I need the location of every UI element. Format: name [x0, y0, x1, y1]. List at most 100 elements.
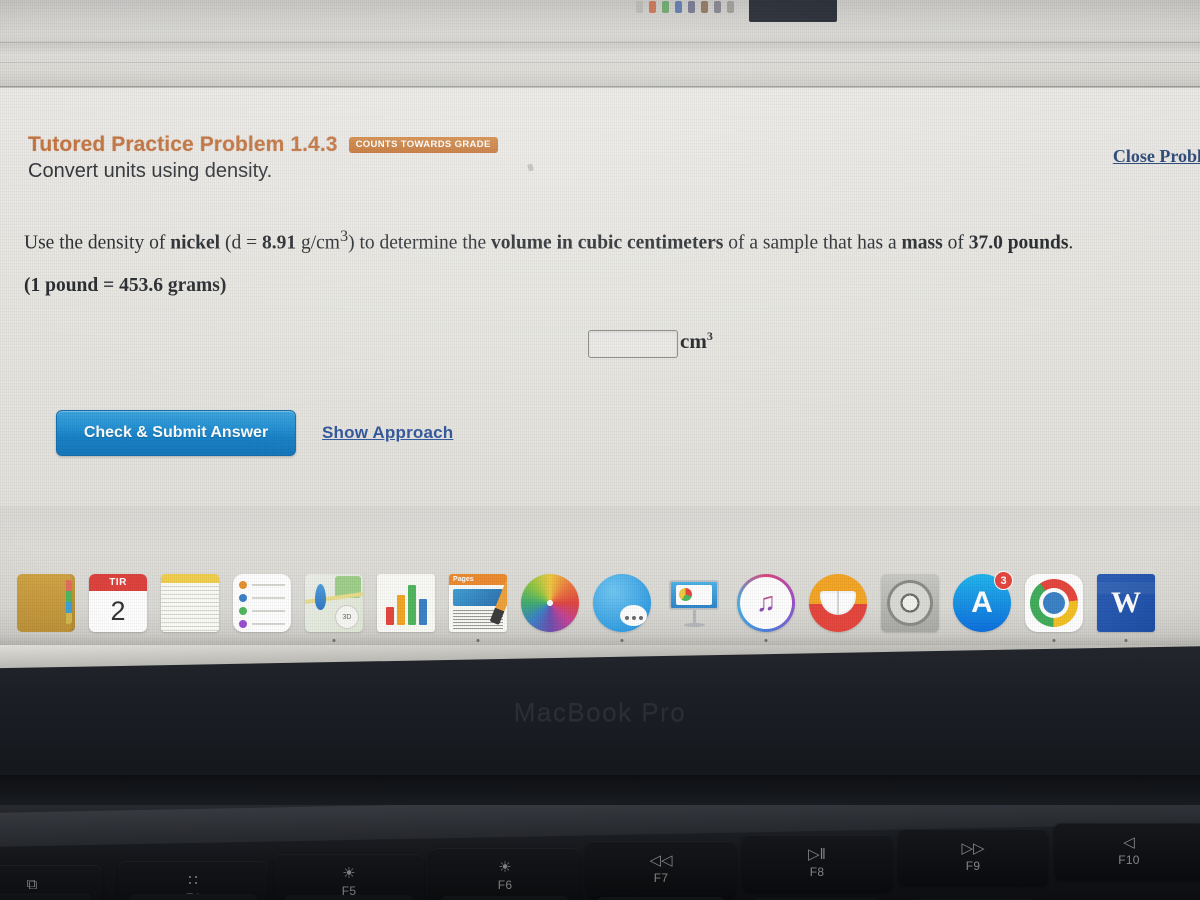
browser-toolbar-icons[interactable]: [636, 1, 734, 13]
dock-item-notes[interactable]: [154, 560, 226, 632]
key-mute[interactable]: ◁ F10: [1054, 823, 1200, 879]
dock-item-numbers[interactable]: [370, 560, 442, 632]
browser-tab-active[interactable]: [749, 0, 837, 22]
dock-running-indicator: [620, 639, 624, 642]
dock-item-app-store[interactable]: A3: [946, 560, 1018, 632]
dock-item-contacts[interactable]: [10, 560, 82, 632]
check-and-submit-answer-button[interactable]: Check & Submit Answer: [56, 410, 296, 456]
key-fast-forward[interactable]: ▷▷ F9: [898, 829, 1048, 885]
notes-icon[interactable]: [161, 574, 219, 632]
dock-running-indicator: [764, 639, 768, 642]
dock-item-calendar[interactable]: TIR 2: [82, 560, 154, 632]
key-label: F7: [653, 871, 669, 885]
laptop-bezel: MacBook Pro: [0, 645, 1200, 805]
icon-6-icon[interactable]: [701, 1, 708, 13]
calendar-day: 2: [110, 596, 126, 626]
keyboard-brightness-down-icon: ☀: [342, 865, 356, 882]
key-play-pause[interactable]: ▷‖ F8: [742, 835, 892, 891]
app-store-icon[interactable]: A3: [953, 571, 1013, 632]
photos-icon[interactable]: [521, 574, 579, 632]
key-row-below[interactable]: [284, 895, 414, 900]
microsoft-word-icon[interactable]: W: [1097, 574, 1155, 632]
ibooks-icon[interactable]: [809, 574, 867, 632]
chrome-divider-2: [0, 62, 1200, 63]
laptop-hinge: [0, 775, 1200, 805]
dock-item-chrome[interactable]: [1018, 560, 1090, 642]
macos-dock: TIR 2 3D Pages ♫ A 3 W: [0, 506, 1200, 645]
statement-fragment: nickel: [170, 232, 221, 254]
key-label: F6: [497, 878, 513, 892]
function-key-row: ⧉F3∷F4☀F5☀F6◁◁F7▷‖F8▷▷F9◁F10: [0, 823, 1200, 900]
itunes-icon[interactable]: ♫: [737, 574, 795, 632]
screen-speck: [527, 163, 534, 172]
problem-card: Tutored Practice Problem 1.4.3 COUNTS TO…: [0, 88, 1200, 595]
map-compass: 3D: [335, 605, 359, 629]
dock-item-pages[interactable]: Pages: [442, 560, 514, 642]
statement-fragment: of a sample that has a: [723, 232, 902, 254]
statement-fragment: mass: [901, 232, 943, 254]
answer-unit-label: cm3: [680, 330, 713, 352]
key-row-below[interactable]: [128, 894, 258, 900]
chrome-divider-3: [0, 86, 1200, 87]
icon-3-icon[interactable]: [662, 1, 669, 13]
dock-item-keynote[interactable]: [658, 560, 730, 632]
rewind-icon: ◁◁: [649, 852, 673, 869]
key-keyboard-brightness-down[interactable]: ☀ F5: [274, 854, 424, 900]
launchpad-icon: ∷: [188, 872, 198, 889]
dock-item-ibooks[interactable]: [802, 560, 874, 632]
statement-fragment: .: [1068, 232, 1074, 254]
keynote-icon[interactable]: [665, 574, 723, 632]
key-row-below[interactable]: [440, 896, 570, 900]
reminder-dot: [239, 594, 247, 602]
statement-fragment: (d =: [220, 232, 262, 254]
numbers-icon[interactable]: [377, 574, 435, 632]
key-row-below[interactable]: [0, 893, 92, 900]
calendar-icon[interactable]: TIR 2: [89, 574, 147, 632]
key-keyboard-brightness-up[interactable]: ☀ F6: [430, 848, 580, 900]
itunes-note: ♫: [755, 586, 777, 617]
conversion-note: (1 pound = 453.6 grams): [24, 275, 227, 296]
dock-running-indicator: [476, 639, 480, 642]
chrome-icon[interactable]: [1025, 574, 1083, 632]
notes-lines: [161, 583, 219, 632]
dock-running-indicator: [1052, 639, 1056, 642]
pages-icon[interactable]: Pages: [449, 574, 507, 632]
dock-item-reminders[interactable]: [226, 560, 298, 632]
maps-icon[interactable]: 3D: [305, 574, 363, 632]
close-problem-link[interactable]: Close Proble: [1113, 146, 1200, 167]
answer-input[interactable]: [588, 330, 678, 358]
icon-1-icon[interactable]: [636, 1, 643, 13]
key-rewind[interactable]: ◁◁ F7: [586, 841, 736, 897]
dock-item-itunes[interactable]: ♫: [730, 560, 802, 642]
dock-badge-app-store: 3: [994, 571, 1013, 590]
keyboard-brightness-up-icon: ☀: [498, 859, 512, 876]
dock-item-system-preferences[interactable]: [874, 560, 946, 632]
reminder-line: [252, 623, 285, 625]
system-preferences-icon[interactable]: [881, 574, 939, 632]
reminders-icon[interactable]: [233, 574, 291, 632]
show-approach-link[interactable]: Show Approach: [322, 423, 453, 443]
icon-2-icon[interactable]: [649, 1, 656, 13]
statement-fragment: 37.0 pounds: [968, 232, 1069, 254]
icon-4-icon[interactable]: [675, 1, 682, 13]
dock-item-microsoft-word[interactable]: W: [1090, 560, 1162, 642]
dock-item-messages[interactable]: [586, 560, 658, 642]
messages-icon[interactable]: [593, 574, 651, 632]
icon-7-icon[interactable]: [714, 1, 721, 13]
play-pause-icon: ▷‖: [808, 846, 826, 863]
reminder-row: [239, 581, 285, 589]
action-buttons: Check & Submit Answer Show Approach: [56, 410, 453, 456]
dock-item-photos[interactable]: [514, 560, 586, 632]
problem-statement: Use the density of nickel (d = 8.91 g/cm…: [24, 227, 1184, 254]
dock-item-maps[interactable]: 3D: [298, 560, 370, 642]
reminder-row: [239, 607, 285, 615]
keynote-stand: [693, 610, 696, 624]
key-label: F8: [809, 865, 825, 879]
browser-chrome: [0, 0, 1200, 88]
answer-unit-text: cm: [680, 329, 707, 353]
dock-running-indicator: [1124, 639, 1128, 642]
icon-8-icon[interactable]: [727, 1, 734, 13]
notes-header: [161, 574, 219, 583]
icon-5-icon[interactable]: [688, 1, 695, 13]
contacts-icon[interactable]: [17, 574, 75, 632]
